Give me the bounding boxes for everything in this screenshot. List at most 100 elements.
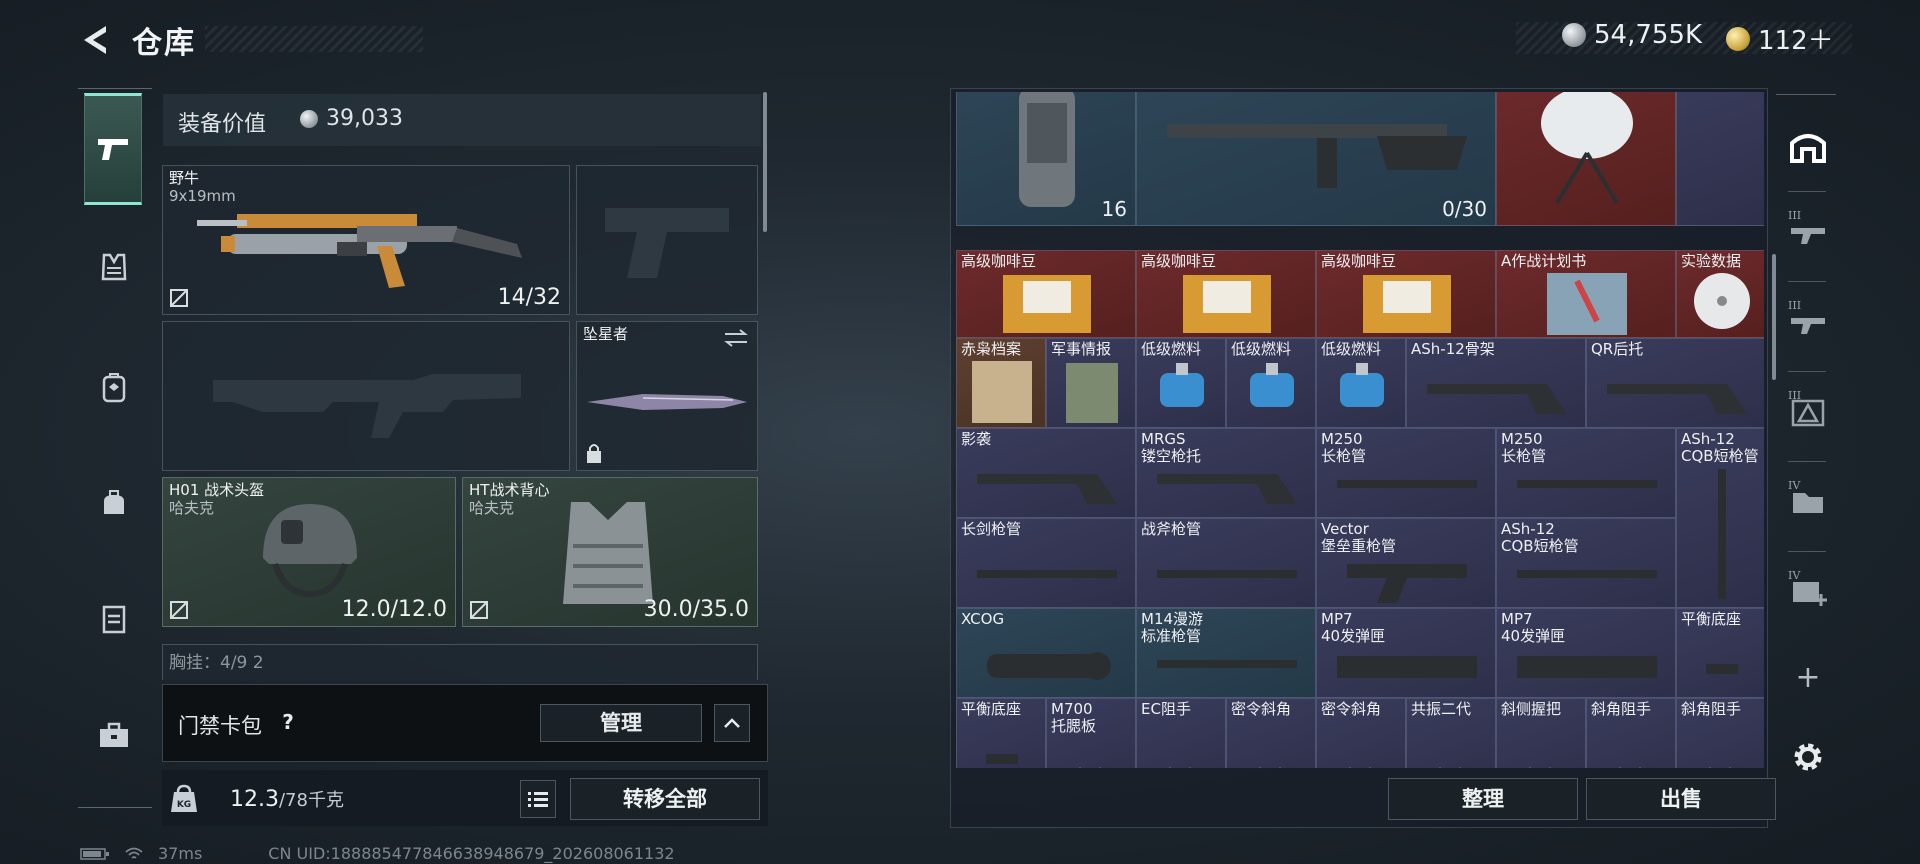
grid-item-c3[interactable]	[1496, 92, 1676, 226]
grid-item-c1[interactable]: 阿萨拉16	[956, 92, 1136, 226]
sort-button[interactable]: 整理	[1388, 778, 1578, 820]
grid-item-r7c[interactable]: EC阻手	[1136, 698, 1226, 768]
melee-slot[interactable]: 坠星者	[576, 321, 758, 471]
grid-item-r7f[interactable]: 共振二代	[1406, 698, 1496, 768]
storage-page-3a[interactable]: III	[1782, 205, 1834, 257]
back-button[interactable]	[78, 22, 114, 58]
grid-item-name: QR后托	[1591, 340, 1644, 358]
briefcase-icon	[100, 722, 128, 747]
grid-item-r6a[interactable]: XCOG	[956, 608, 1136, 698]
expand-button[interactable]	[714, 704, 750, 742]
vest-icon	[101, 253, 127, 281]
page-title: 仓库	[132, 26, 196, 61]
grid-item-name: ASh-12	[1681, 430, 1735, 448]
grid-item-name: 密令斜角	[1231, 700, 1292, 718]
grid-item-r7d[interactable]: 密令斜角	[1226, 698, 1316, 768]
grid-item-r2a[interactable]: 高级咖啡豆	[956, 250, 1136, 338]
case-tab[interactable]	[86, 707, 142, 763]
grid-item-name: 斜角阻手	[1681, 700, 1742, 718]
grid-item-r5b[interactable]: 战斧枪管	[1136, 518, 1316, 608]
grid-item-r5d[interactable]: ASh-12 CQB短枪管	[1496, 518, 1676, 608]
grid-item-r7a[interactable]: 平衡底座	[956, 698, 1046, 768]
pistol-slot[interactable]	[576, 165, 758, 315]
grid-item-name: 战斧枪管	[1141, 520, 1202, 538]
equip-value-label: 装备价值	[178, 112, 267, 137]
primary-weapon-name: 野牛	[169, 169, 200, 187]
category-rail	[78, 88, 152, 808]
title-decoration	[205, 26, 423, 52]
rig-tab[interactable]	[86, 591, 142, 647]
backpack-tab[interactable]	[86, 359, 142, 415]
help-button[interactable]: ?	[274, 708, 302, 736]
grid-item-name: 低级燃料	[1231, 340, 1292, 358]
storage-page-3b[interactable]: III	[1782, 295, 1834, 347]
primary-weapon-slot[interactable]: 野牛 9x19mm 14/32	[162, 165, 570, 315]
pistol-silhouette-icon	[605, 208, 729, 278]
grid-item-c4[interactable]	[1676, 92, 1764, 226]
grid-item-r4d[interactable]: M250 长枪管	[1496, 428, 1676, 518]
grid-item-sub: 40发弹匣	[1321, 627, 1386, 645]
battery-icon	[80, 847, 109, 860]
helmet-slot[interactable]: H01 战术头盔 哈夫克 12.0/12.0	[162, 477, 456, 627]
grid-item-r6c[interactable]: MP7 40发弹匣	[1316, 608, 1496, 698]
grid-item-sub: 长枪管	[1321, 447, 1367, 465]
loadout-scrollbar[interactable]	[763, 92, 767, 232]
grid-item-r3c[interactable]: 低级燃料	[1136, 338, 1226, 428]
swap-icon[interactable]	[723, 328, 749, 348]
storage-home[interactable]	[1782, 119, 1834, 171]
grid-item-r5c[interactable]: Vector 堡垒重枪管	[1316, 518, 1496, 608]
vest-slot[interactable]: HT战术背心 哈夫克 30.0/35.0	[462, 477, 758, 627]
grid-item-r7h[interactable]: 斜角阻手	[1586, 698, 1676, 768]
grid-item-r7i[interactable]: 斜角阻手	[1676, 698, 1764, 768]
grid-item-name: 平衡底座	[1681, 610, 1742, 628]
grid-item-r7e[interactable]: 密令斜角	[1316, 698, 1406, 768]
transfer-all-button[interactable]: 转移全部	[570, 778, 760, 820]
storage-page-4b[interactable]: IV	[1782, 565, 1834, 617]
chest-rig-slot[interactable]: 胸挂：4/9 2	[162, 644, 758, 680]
grid-item-c2[interactable]: 5.56x45mm0/30	[1136, 92, 1496, 226]
manage-button[interactable]: 管理	[540, 704, 702, 742]
list-icon	[528, 792, 548, 807]
chevron-left-icon	[84, 26, 106, 54]
grid-item-r6e[interactable]: 平衡底座	[1676, 608, 1764, 698]
grid-item-r4e[interactable]: ASh-12 CQB短枪管	[1676, 428, 1764, 608]
grid-item-r5a[interactable]: 长剑枪管	[956, 518, 1136, 608]
settings-button[interactable]	[1782, 731, 1834, 783]
bag-tab[interactable]	[86, 475, 142, 531]
list-view-button[interactable]	[520, 780, 556, 818]
storage-page-4a[interactable]: IV	[1782, 475, 1834, 527]
grid-item-r3f[interactable]: ASh-12骨架	[1406, 338, 1586, 428]
grid-item-r6b[interactable]: M14漫游 标准枪管	[1136, 608, 1316, 698]
armor-tab[interactable]	[86, 239, 142, 295]
grid-item-r3g[interactable]: QR后托	[1586, 338, 1764, 428]
grid-item-sub: CQB短枪管	[1681, 447, 1759, 465]
grid-item-r4b[interactable]: MRGS 镂空枪托	[1136, 428, 1316, 518]
storage-page-3c[interactable]: III	[1782, 385, 1834, 437]
sell-button[interactable]: 出售	[1586, 778, 1776, 820]
grid-item-r3d[interactable]: 低级燃料	[1226, 338, 1316, 428]
add-page-button[interactable]: +	[1782, 651, 1834, 703]
grid-item-r2e[interactable]: 实验数据	[1676, 250, 1764, 338]
grid-item-name: 低级燃料	[1141, 340, 1202, 358]
grid-item-r6d[interactable]: MP7 40发弹匣	[1496, 608, 1676, 698]
currency-gold[interactable]: 112＋	[1726, 20, 1834, 57]
storage-grid: 阿萨拉165.56x45mm0/30 高级咖啡豆 高级咖啡豆 高级咖啡豆 A作战计划书 实…	[956, 92, 1764, 768]
grid-item-r4a[interactable]: 影袭	[956, 428, 1136, 518]
broken-armor-icon	[470, 601, 488, 619]
grid-item-r3e[interactable]: 低级燃料	[1316, 338, 1406, 428]
grid-item-name: Vector	[1321, 520, 1369, 538]
grid-item-r7g[interactable]: 斜侧握把	[1496, 698, 1586, 768]
storage-page-3a-label: III	[1788, 209, 1802, 222]
currency-silver[interactable]: 54,755K	[1562, 20, 1702, 50]
grid-item-r2d[interactable]: A作战计划书	[1496, 250, 1676, 338]
grid-item-r3b[interactable]: 军事情报	[1046, 338, 1136, 428]
grid-item-r7b[interactable]: M700 托腮板	[1046, 698, 1136, 768]
secondary-weapon-slot[interactable]	[162, 321, 570, 471]
helmet-durability: 12.0/12.0	[341, 597, 447, 622]
storage-page-3b-label: III	[1788, 299, 1802, 312]
grid-item-r3a[interactable]: 赤枭档案	[956, 338, 1046, 428]
weapons-tab[interactable]	[84, 93, 142, 205]
grid-item-r4c[interactable]: M250 长枪管	[1316, 428, 1496, 518]
grid-item-r2b[interactable]: 高级咖啡豆	[1136, 250, 1316, 338]
grid-item-r2c[interactable]: 高级咖啡豆	[1316, 250, 1496, 338]
